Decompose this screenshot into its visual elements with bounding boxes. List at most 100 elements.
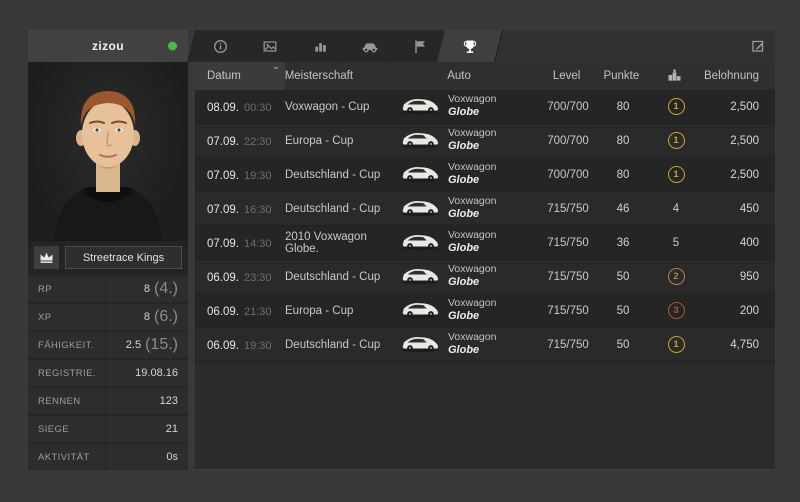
race-date: 06.09. (207, 272, 239, 284)
table-row[interactable]: 08.09.00:30Voxwagon - CupVoxwagonGlobe70… (195, 90, 775, 124)
level-cell: 715/750 (536, 237, 600, 249)
car-thumbnail-icon (400, 332, 440, 358)
table-row[interactable]: 06.09.23:30Deutschland - CupVoxwagonGlob… (195, 260, 775, 294)
rank-value: 5 (673, 237, 679, 249)
stat-value: 0s (166, 451, 178, 463)
column-header-auto[interactable]: Auto (399, 70, 534, 82)
rank-medal-badge: 1 (668, 336, 685, 353)
stat-row: RENNEN 123 (28, 388, 188, 414)
column-header-punkte[interactable]: Punkte (598, 70, 644, 82)
stat-label: REGISTRIE. (38, 368, 96, 379)
race-time: 16:30 (244, 204, 272, 216)
stat-label: RENNEN (38, 396, 81, 407)
stat-label: SIEGE (38, 424, 69, 435)
date-cell: 06.09.21:30 (195, 302, 285, 320)
rank-cell: 1 (646, 132, 706, 149)
stat-value: 19.08.16 (135, 367, 178, 379)
reward-cell: 950 (706, 271, 775, 283)
car-cell: VoxwagonGlobe (400, 195, 536, 222)
bar-chart-icon (295, 30, 345, 62)
level-cell: 700/700 (536, 101, 600, 113)
profile-main-panel: Datum ⌄ Meisterschaft Auto Level Punkte … (195, 30, 775, 470)
column-label: Datum (207, 70, 241, 82)
table-row[interactable]: 06.09.21:30Europa - CupVoxwagonGlobe715/… (195, 294, 775, 328)
race-date: 07.09. (207, 136, 239, 148)
tab-info[interactable] (195, 30, 245, 62)
car-make: Voxwagon (448, 297, 496, 310)
points-cell: 50 (600, 271, 646, 283)
date-cell: 06.09.19:30 (195, 336, 285, 354)
car-make: Voxwagon (448, 93, 496, 106)
car-model: Globe (448, 174, 496, 188)
points-cell: 80 (600, 169, 646, 181)
column-header-level[interactable]: Level (535, 70, 599, 82)
car-thumbnail-icon (400, 298, 440, 324)
championship-cell: 2010 Voxwagon Globe. (285, 231, 400, 255)
car-cell: VoxwagonGlobe (400, 331, 536, 358)
player-sidebar: zizou Streetr (28, 30, 188, 470)
championship-cell: Deutschland - Cup (285, 169, 400, 181)
reward-cell: 4,750 (706, 339, 775, 351)
stat-value: 8 (144, 283, 150, 295)
car-thumbnail-icon (400, 264, 440, 290)
tab-races[interactable] (395, 30, 445, 62)
podium-icon (668, 69, 681, 84)
rank-cell: 3 (646, 302, 706, 319)
car-model: Globe (448, 140, 496, 154)
column-header-meisterschaft[interactable]: Meisterschaft (285, 70, 400, 82)
date-cell: 08.09. 00:30 (195, 98, 285, 116)
stat-row: RP8(4.) (28, 276, 188, 302)
rank-cell: 2 (646, 268, 706, 285)
stat-value: 123 (160, 395, 178, 407)
car-cell: VoxwagonGlobe (400, 229, 536, 256)
player-username: zizou (92, 39, 124, 53)
race-time: 00:30 (244, 102, 272, 114)
column-header-rank[interactable] (644, 69, 704, 84)
reward-cell: 2,500 (706, 101, 775, 113)
tab-gallery[interactable] (245, 30, 295, 62)
stat-rank-extra: (6.) (154, 308, 178, 326)
tab-statistics[interactable] (295, 30, 345, 62)
car-cell: VoxwagonGlobe (400, 297, 536, 324)
date-cell: 07.09.19:30 (195, 166, 285, 184)
edit-icon[interactable] (751, 30, 765, 62)
rank-value: 4 (673, 203, 679, 215)
date-cell: 06.09.23:30 (195, 268, 285, 286)
tab-bar (195, 30, 775, 62)
championship-cell: Europa - Cup (285, 305, 400, 317)
points-cell: 36 (600, 237, 646, 249)
table-row[interactable]: 07.09.16:30Deutschland - CupVoxwagonGlob… (195, 192, 775, 226)
online-status-icon (168, 42, 177, 51)
race-date: 08.09. (207, 102, 239, 114)
race-time: 22:30 (244, 136, 272, 148)
player-header: zizou (28, 30, 188, 62)
column-header-datum[interactable]: Datum ⌄ (195, 62, 285, 90)
reward-cell: 200 (706, 305, 775, 317)
car-model: Globe (448, 344, 496, 358)
car-names: VoxwagonGlobe (448, 263, 496, 290)
team-name-link[interactable]: Streetrace Kings (65, 246, 182, 269)
points-cell: 46 (600, 203, 646, 215)
image-icon (245, 30, 295, 62)
points-cell: 50 (600, 305, 646, 317)
rank-cell: 1 (646, 98, 706, 115)
car-cell: VoxwagonGlobe (400, 263, 536, 290)
championship-cell: Europa - Cup (285, 135, 400, 147)
championship-cell: Deutschland - Cup (285, 339, 400, 351)
team-row: Streetrace Kings (28, 241, 188, 274)
rank-medal-badge: 1 (668, 98, 685, 115)
tab-championships[interactable] (445, 30, 495, 62)
level-cell: 700/700 (536, 135, 600, 147)
column-header-belohnung[interactable]: Belohnung (704, 70, 775, 82)
race-time: 21:30 (244, 306, 272, 318)
table-row[interactable]: 07.09.14:302010 Voxwagon Globe.VoxwagonG… (195, 226, 775, 260)
tab-garage[interactable] (345, 30, 395, 62)
table-row[interactable]: 07.09.19:30Deutschland - CupVoxwagonGlob… (195, 158, 775, 192)
rank-cell: 1 (646, 336, 706, 353)
table-row[interactable]: 06.09.19:30Deutschland - CupVoxwagonGlob… (195, 328, 775, 362)
table-row[interactable]: 07.09.22:30Europa - CupVoxwagonGlobe700/… (195, 124, 775, 158)
championship-cell: Deutschland - Cup (285, 203, 400, 215)
car-thumbnail-icon (400, 196, 440, 222)
race-time: 14:30 (244, 238, 272, 250)
car-thumbnail-icon (400, 128, 440, 154)
